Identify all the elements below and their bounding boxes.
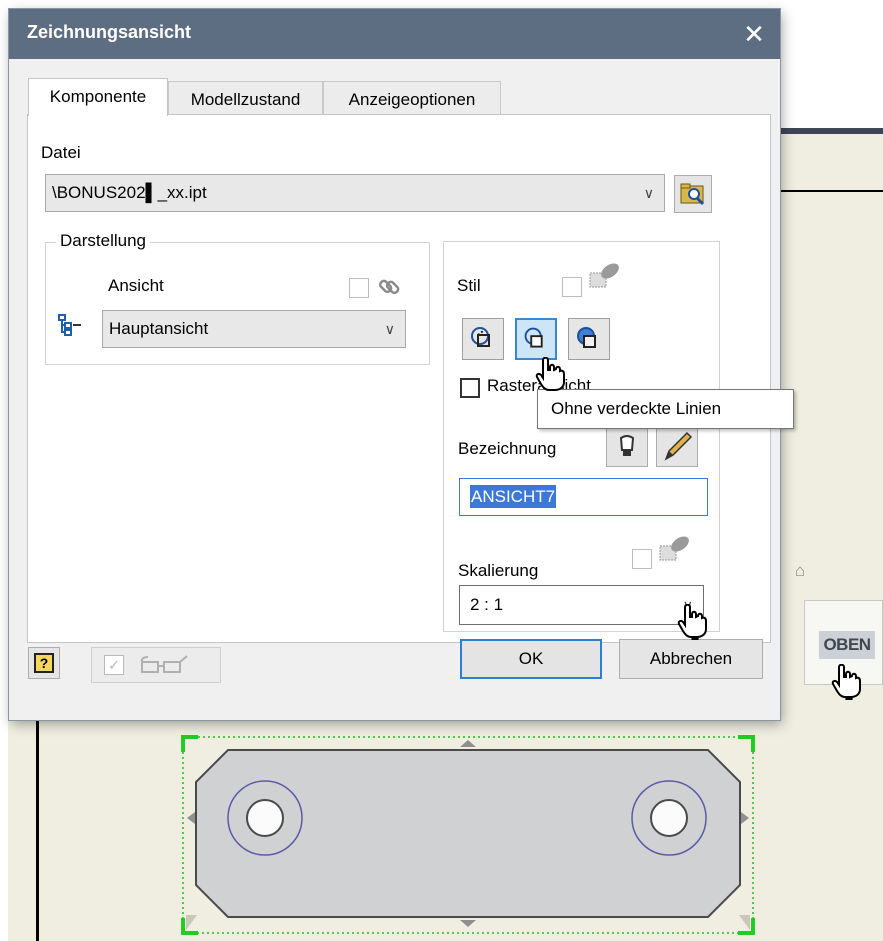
hand-cursor-icon (677, 604, 707, 640)
ansicht-value: Hauptansicht (109, 319, 209, 338)
datei-label: Datei (41, 143, 81, 162)
close-button[interactable]: ✕ (738, 18, 770, 50)
bulb-icon (619, 435, 635, 456)
pencil-icon (664, 431, 693, 461)
datei-value: \BONUS202▌_xx.ipt (52, 183, 207, 202)
help-button[interactable]: ? (28, 647, 60, 679)
stil-group: Stil Rasteransicht Bezeichnung ANSICHT7 … (443, 241, 720, 632)
bezeichnung-label: Bezeichnung (458, 439, 557, 458)
link-icon (378, 279, 400, 295)
tab-anzeigeoptionen[interactable]: Anzeigeoptionen (323, 81, 501, 117)
rasteransicht-checkbox[interactable] (460, 378, 480, 398)
scale-link-icon (659, 536, 689, 561)
view-tree-icon (58, 314, 81, 336)
glasses-preview-icon (140, 655, 188, 673)
stil-link-checkbox[interactable] (562, 277, 582, 297)
style-link-icon (589, 263, 619, 288)
ansicht-dropdown[interactable]: Hauptansicht ∨ (102, 310, 406, 348)
ansicht-label: Ansicht (108, 276, 164, 295)
skalierung-dropdown[interactable]: 2 : 1 ∨ (459, 585, 704, 625)
hidden-lines-icon (471, 327, 490, 347)
stil-hidden-lines-removed-button[interactable] (515, 318, 557, 360)
ok-button[interactable]: OK (460, 639, 602, 679)
datei-dropdown[interactable]: \BONUS202▌_xx.ipt ∨ (45, 174, 665, 212)
ansicht-link-checkbox[interactable] (349, 278, 369, 298)
tab-modellzustand[interactable]: Modellzustand (168, 81, 323, 117)
skalierung-label: Skalierung (458, 561, 539, 580)
hand-cursor-icon (831, 664, 861, 700)
style-tooltip: Ohne verdeckte Linien (537, 389, 794, 429)
cancel-button[interactable]: Abbrechen (619, 639, 763, 679)
hidden-lines-removed-icon (524, 327, 543, 348)
skalierung-link-checkbox[interactable] (632, 549, 652, 569)
browse-file-button[interactable] (674, 175, 712, 213)
label-visibility-button[interactable] (606, 427, 648, 467)
bezeichnung-input[interactable]: ANSICHT7 (459, 478, 708, 516)
shaded-icon (577, 327, 596, 348)
chevron-down-icon: ∨ (384, 321, 395, 337)
chevron-down-icon: ∨ (643, 185, 654, 201)
bezeichnung-value: ANSICHT7 (470, 485, 557, 508)
darstellung-title: Darstellung (56, 231, 150, 251)
help-icon: ? (34, 653, 54, 673)
skalierung-value: 2 : 1 (470, 595, 504, 614)
tab-komponente[interactable]: Komponente (28, 78, 168, 116)
stil-hidden-lines-button[interactable] (462, 318, 504, 360)
stil-label: Stil (457, 276, 481, 295)
preview-checkbox[interactable]: ✓ (104, 655, 124, 675)
edit-label-button[interactable] (656, 427, 698, 467)
dialog-title: Zeichnungsansicht (27, 22, 192, 42)
hand-cursor-icon (535, 357, 565, 391)
dialog-titlebar[interactable]: Zeichnungsansicht ✕ (9, 9, 780, 59)
folder-open-icon (680, 183, 705, 206)
darstellung-group: Darstellung Ansicht Hauptansicht ∨ (45, 231, 430, 365)
preview-toggle-button[interactable]: ✓ (91, 647, 221, 683)
tab-panel-komponente: Datei \BONUS202▌_xx.ipt ∨ Darstellung An… (27, 114, 771, 643)
zeichnungsansicht-dialog: Zeichnungsansicht ✕ Komponente Modellzus… (9, 9, 780, 720)
stil-shaded-button[interactable] (568, 318, 610, 360)
